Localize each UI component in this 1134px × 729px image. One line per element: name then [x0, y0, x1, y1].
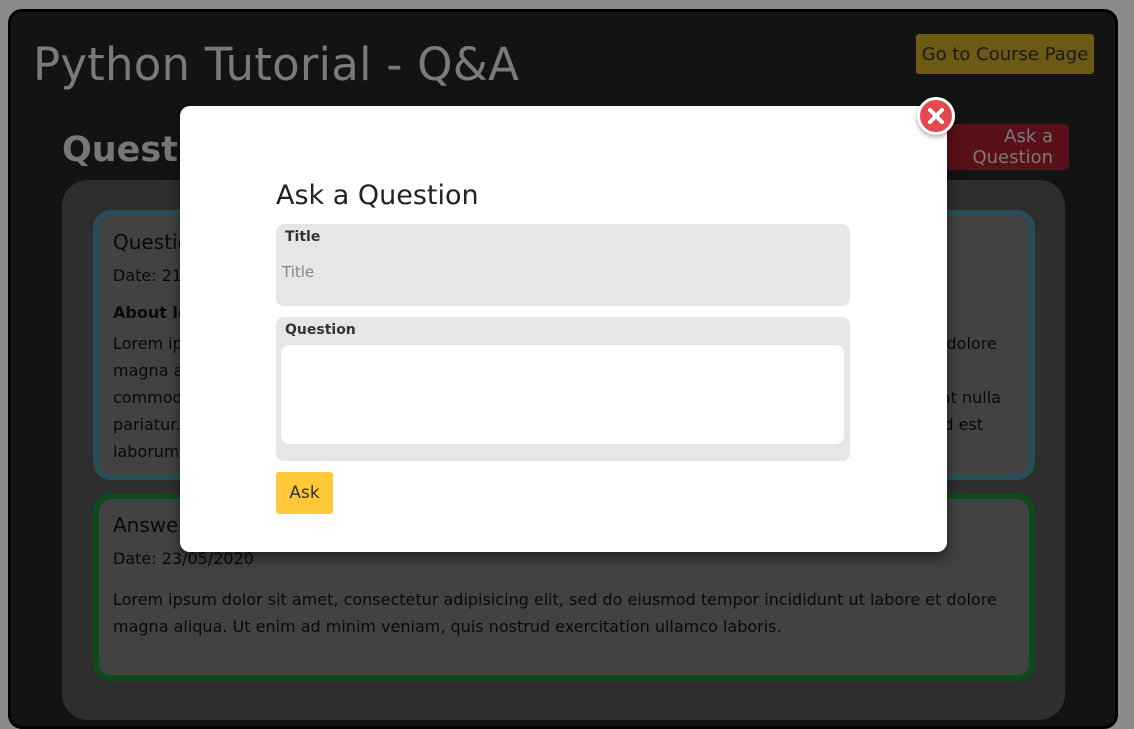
- question-label: Question: [285, 322, 356, 338]
- answer-body: Lorem ipsum dolor sit amet, consectetur …: [113, 590, 997, 636]
- title-field-group: Title: [276, 224, 850, 306]
- ask-question-modal: Ask a Question Title Question Ask: [180, 97, 955, 552]
- close-x-icon: [928, 108, 944, 124]
- question-field-group: Question: [276, 317, 850, 461]
- page-title: Python Tutorial - Q&A: [33, 38, 520, 91]
- ask-submit-button[interactable]: Ask: [276, 472, 333, 514]
- go-to-course-button[interactable]: Go to Course Page: [916, 34, 1094, 74]
- title-label: Title: [285, 229, 321, 245]
- close-icon[interactable]: [917, 97, 955, 135]
- modal-title: Ask a Question: [276, 180, 479, 211]
- title-input[interactable]: [280, 254, 844, 290]
- question-textarea[interactable]: [281, 345, 844, 444]
